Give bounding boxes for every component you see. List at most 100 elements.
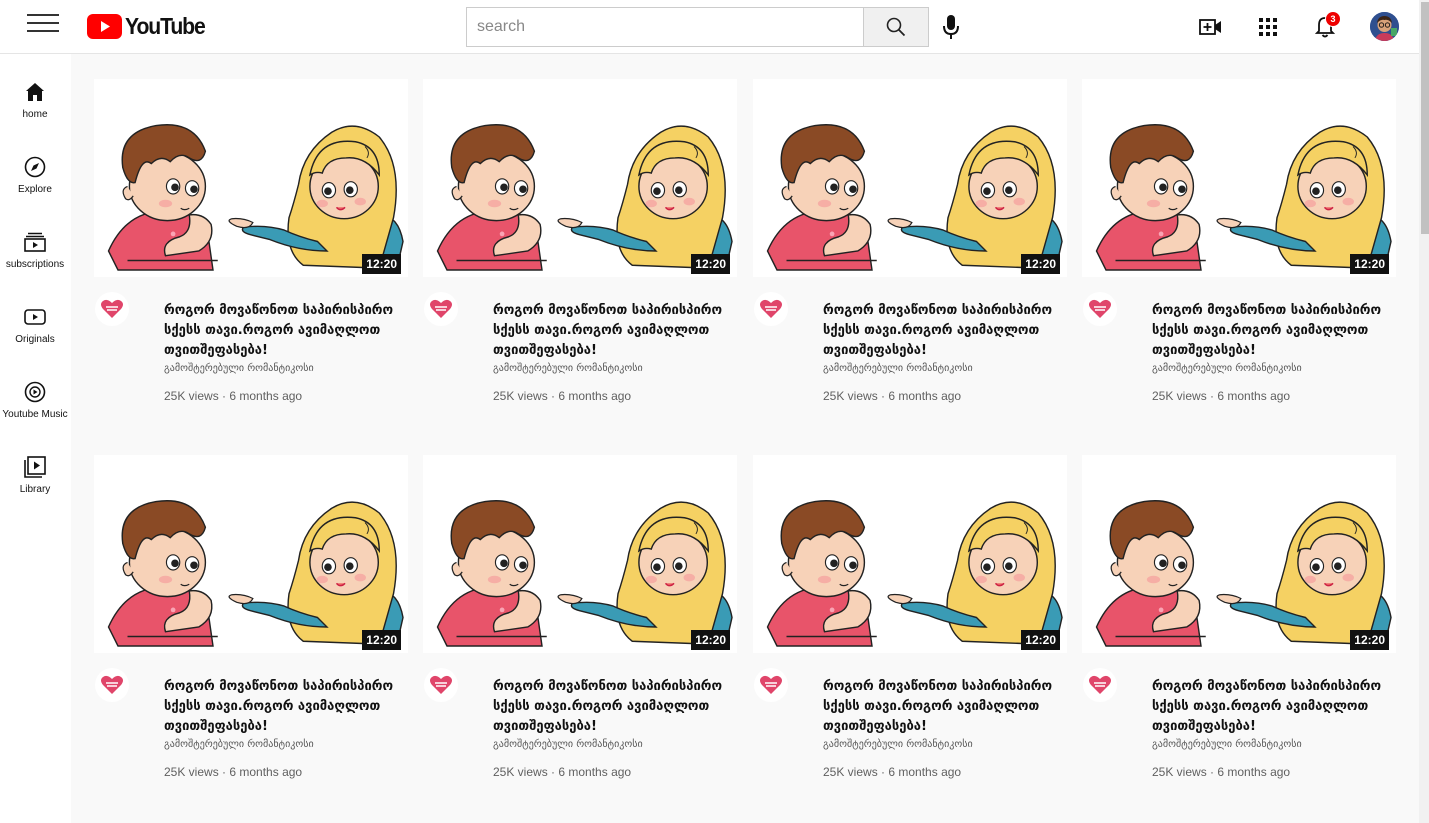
channel-avatar[interactable] <box>424 668 458 702</box>
sidebar-item-originals[interactable]: Originals <box>0 305 70 363</box>
hamburger-menu-icon[interactable] <box>27 14 59 34</box>
heart-logo-icon <box>1089 675 1111 694</box>
video-title[interactable]: როგორ მოვაწონოთ საპირისპირო სქესს თავი.რ… <box>1152 301 1384 361</box>
sidebar-item-label: Explore <box>18 184 52 195</box>
video-thumbnail[interactable]: 12:20 <box>1082 455 1396 653</box>
thumbnail-illustration <box>1095 499 1392 647</box>
channel-avatar[interactable] <box>424 292 458 326</box>
thumbnail-illustration <box>766 123 1063 271</box>
channel-name[interactable]: გამოშტერებული რომანტიკოსი <box>493 363 643 374</box>
heart-logo-icon <box>760 299 782 318</box>
top-header: YouTube search 3 <box>0 0 1419 54</box>
duration-badge: 12:20 <box>1021 630 1060 650</box>
duration-badge: 12:20 <box>362 254 401 274</box>
video-meta: 25K views · 6 months ago <box>493 765 632 779</box>
video-card[interactable]: 12:20 როგორ მოვაწონოთ საპირისპირო სქესს … <box>94 79 408 419</box>
thumbnail-illustration <box>1095 123 1392 271</box>
video-title[interactable]: როგორ მოვაწონოთ საპირისპირო სქესს თავი.რ… <box>823 677 1055 737</box>
music-icon <box>23 380 47 404</box>
heart-logo-icon <box>430 675 452 694</box>
user-avatar[interactable] <box>1370 12 1399 41</box>
video-meta: 25K views · 6 months ago <box>1152 389 1291 403</box>
video-meta: 25K views · 6 months ago <box>823 389 962 403</box>
upload-age: 6 months ago <box>229 389 303 403</box>
upload-age: 6 months ago <box>558 389 632 403</box>
search-button[interactable] <box>863 7 929 47</box>
video-thumbnail[interactable]: 12:20 <box>423 79 737 277</box>
view-count: 25K views <box>493 389 548 403</box>
sidebar-item-explore[interactable]: Explore <box>0 155 70 213</box>
duration-badge: 12:20 <box>691 254 730 274</box>
duration-badge: 12:20 <box>691 630 730 650</box>
channel-name[interactable]: გამოშტერებული რომანტიკოსი <box>493 739 643 750</box>
video-meta: 25K views · 6 months ago <box>1152 765 1291 779</box>
search-field[interactable] <box>466 7 864 47</box>
video-card[interactable]: 12:20 როგორ მოვაწონოთ საპირისპირო სქესს … <box>753 455 1067 795</box>
heart-logo-icon <box>101 675 123 694</box>
heart-logo-icon <box>430 299 452 318</box>
upload-age: 6 months ago <box>888 765 962 779</box>
sidebar-item-label: home <box>22 109 48 120</box>
channel-avatar[interactable] <box>754 668 788 702</box>
channel-name[interactable]: გამოშტერებული რომანტიკოსი <box>164 363 314 374</box>
video-card[interactable]: 12:20 როგორ მოვაწონოთ საპირისპირო სქესს … <box>1082 455 1396 795</box>
upload-age: 6 months ago <box>1217 389 1291 403</box>
video-thumbnail[interactable]: 12:20 <box>753 79 1067 277</box>
channel-name[interactable]: გამოშტერებული რომანტიკოსი <box>1152 363 1302 374</box>
video-title[interactable]: როგორ მოვაწონოთ საპირისპირო სქესს თავი.რ… <box>1152 677 1384 737</box>
youtube-logo[interactable]: YouTube <box>87 12 212 40</box>
channel-name[interactable]: გამოშტერებული რომანტიკოსი <box>1152 739 1302 750</box>
notification-badge: 3 <box>1325 11 1341 27</box>
create-video-button[interactable] <box>1197 13 1225 41</box>
channel-name[interactable]: გამოშტერებული რომანტიკოსი <box>164 739 314 750</box>
video-card[interactable]: 12:20 როგორ მოვაწონოთ საპირისპირო სქესს … <box>423 455 737 795</box>
sidebar-item-subscriptions[interactable]: subscriptions <box>0 230 70 288</box>
view-count: 25K views <box>1152 389 1207 403</box>
video-card[interactable]: 12:20 როგორ მოვაწონოთ საპირისპირო სქესს … <box>753 79 1067 419</box>
channel-avatar[interactable] <box>1083 292 1117 326</box>
video-thumbnail[interactable]: 12:20 <box>94 455 408 653</box>
video-meta: 25K views · 6 months ago <box>164 389 303 403</box>
sidebar-item-label: Youtube Music <box>2 409 68 420</box>
apps-grid-icon <box>1259 18 1277 36</box>
channel-avatar[interactable] <box>95 292 129 326</box>
sidebar-item-label: Originals <box>15 334 55 345</box>
video-card[interactable]: 12:20 როგორ მოვაწონოთ საპირისპირო სქესს … <box>1082 79 1396 419</box>
sidebar: home Explore subscriptions Originals You… <box>0 54 71 823</box>
video-title[interactable]: როგორ მოვაწონოთ საპირისპირო სქესს თავი.რ… <box>493 301 725 361</box>
compass-icon <box>23 155 47 179</box>
video-card[interactable]: 12:20 როგორ მოვაწონოთ საპირისპირო სქესს … <box>423 79 737 419</box>
duration-badge: 12:20 <box>1350 630 1389 650</box>
search-icon <box>886 17 906 37</box>
channel-avatar[interactable] <box>1083 668 1117 702</box>
video-thumbnail[interactable]: 12:20 <box>753 455 1067 653</box>
sidebar-item-home[interactable]: home <box>0 80 70 138</box>
channel-name[interactable]: გამოშტერებული რომანტიკოსი <box>823 363 973 374</box>
channel-avatar[interactable] <box>95 668 129 702</box>
channel-name[interactable]: გამოშტერებული რომანტიკოსი <box>823 739 973 750</box>
video-thumbnail[interactable]: 12:20 <box>1082 79 1396 277</box>
heart-logo-icon <box>1089 299 1111 318</box>
video-title[interactable]: როგორ მოვაწონოთ საპირისპირო სქესს თავი.რ… <box>823 301 1055 361</box>
video-title[interactable]: როგორ მოვაწონოთ საპირისპირო სქესს თავი.რ… <box>164 677 396 737</box>
logo-text: YouTube <box>125 12 206 39</box>
scrollbar-thumb[interactable] <box>1421 2 1429 234</box>
video-card[interactable]: 12:20 როგორ მოვაწონოთ საპირისპირო სქესს … <box>94 455 408 795</box>
search-input[interactable] <box>467 8 863 46</box>
channel-avatar[interactable] <box>754 292 788 326</box>
sidebar-item-label: Library <box>19 484 51 495</box>
heart-logo-icon <box>101 299 123 318</box>
apps-button[interactable] <box>1254 13 1282 41</box>
sidebar-item-library[interactable]: Library <box>0 455 70 513</box>
video-thumbnail[interactable]: 12:20 <box>94 79 408 277</box>
video-title[interactable]: როგორ მოვაწონოთ საპირისპირო სქესს თავი.რ… <box>164 301 396 361</box>
library-icon <box>23 455 47 479</box>
sidebar-item-youtube-music[interactable]: Youtube Music <box>0 380 70 438</box>
voice-search-button[interactable] <box>937 11 965 43</box>
video-thumbnail[interactable]: 12:20 <box>423 455 737 653</box>
upload-age: 6 months ago <box>229 765 303 779</box>
video-title[interactable]: როგორ მოვაწონოთ საპირისპირო სქესს თავი.რ… <box>493 677 725 737</box>
youtube-play-logo-icon <box>87 13 122 39</box>
originals-icon <box>23 305 47 329</box>
user-avatar-image <box>1370 12 1399 41</box>
